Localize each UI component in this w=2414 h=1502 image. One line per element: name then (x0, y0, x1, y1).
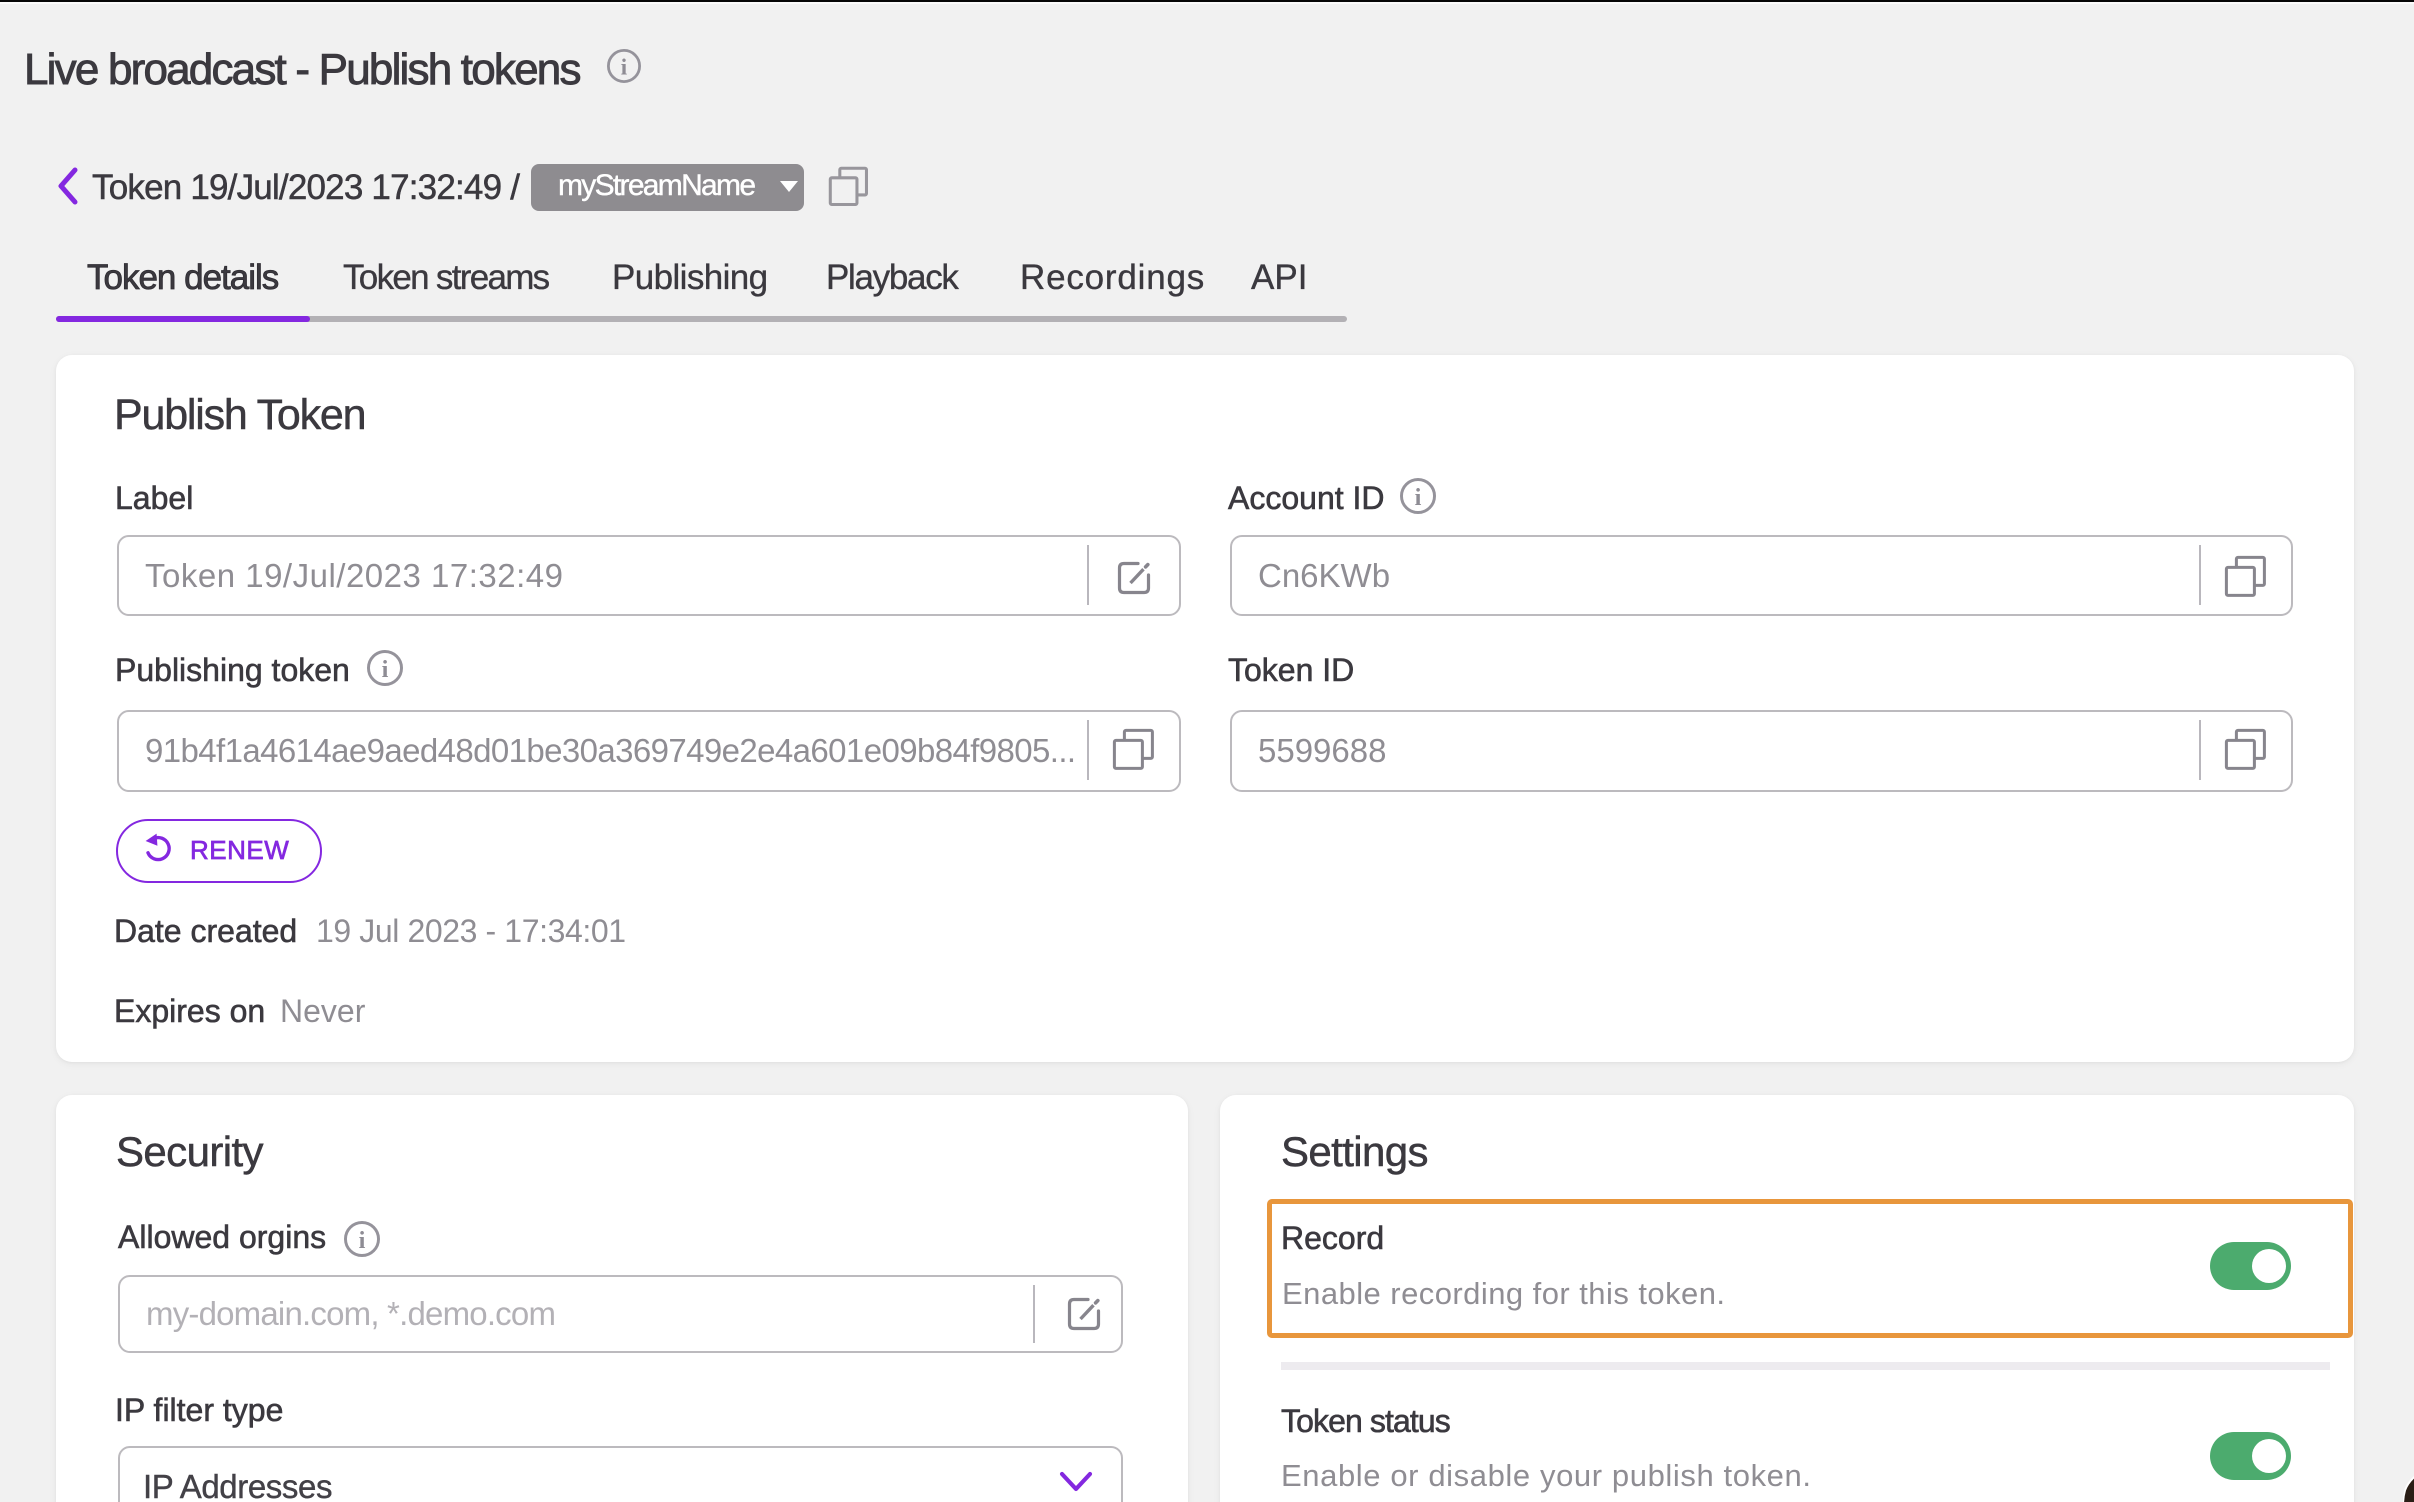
svg-text:i: i (359, 1227, 366, 1254)
svg-text:i: i (621, 55, 628, 80)
svg-text:i: i (1415, 484, 1422, 511)
svg-text:i: i (382, 656, 389, 683)
